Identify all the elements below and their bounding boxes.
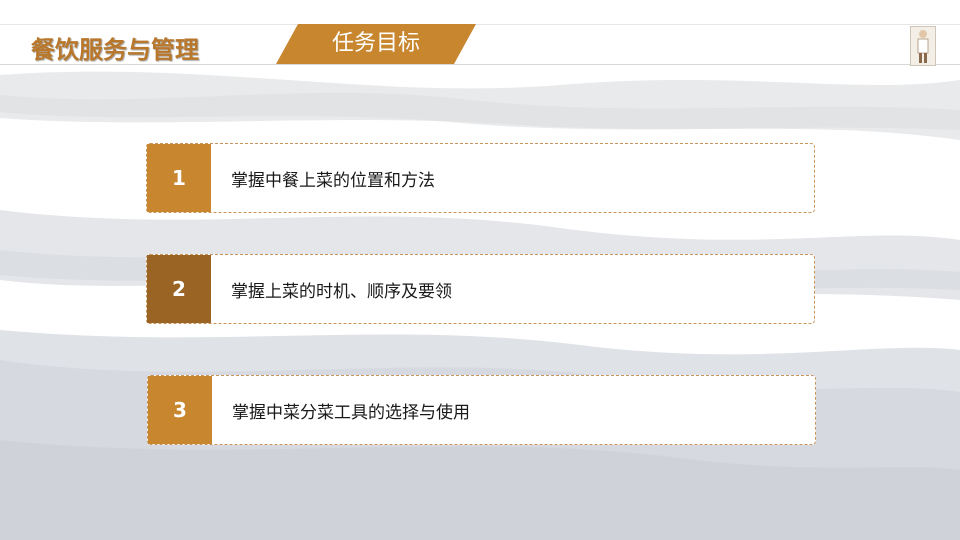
objective-text-2: 掌握上菜的时机、顺序及要领 — [231, 281, 452, 302]
chef-figure-icon — [910, 26, 936, 66]
objective-item-1: 1 掌握中餐上菜的位置和方法 — [146, 143, 815, 213]
section-title: 任务目标 — [331, 31, 420, 56]
objective-text-1: 掌握中餐上菜的位置和方法 — [231, 170, 435, 191]
objective-item-3: 3 掌握中菜分菜工具的选择与使用 — [147, 375, 816, 445]
objective-item-2: 2 掌握上菜的时机、顺序及要领 — [146, 254, 815, 324]
objective-number-2: 2 — [147, 255, 211, 323]
course-title: 餐饮服务与管理 — [31, 36, 199, 64]
objective-number-1: 1 — [147, 144, 211, 212]
header-top-divider — [0, 24, 960, 25]
objective-text-3: 掌握中菜分菜工具的选择与使用 — [232, 402, 470, 423]
objective-number-3: 3 — [148, 376, 212, 444]
